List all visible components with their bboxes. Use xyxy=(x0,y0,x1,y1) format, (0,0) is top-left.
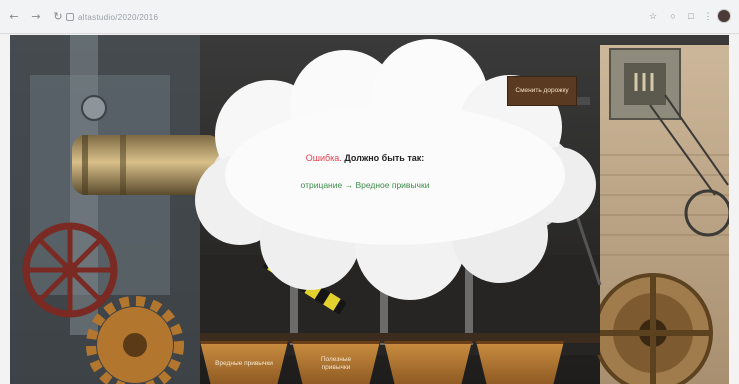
valve-wheel xyxy=(22,222,118,318)
profile-avatar[interactable] xyxy=(717,9,731,23)
address-bar[interactable]: altastudio/2020/2016 xyxy=(64,9,634,25)
extension-icon[interactable]: ○ xyxy=(667,10,679,22)
hopper-3[interactable] xyxy=(384,341,472,384)
extension-puzzle-icon[interactable]: □ xyxy=(685,10,697,22)
hopper-1[interactable]: Вредные привычки xyxy=(200,341,288,384)
feedback-instruction: Должно быть так: xyxy=(344,153,425,163)
menu-icon[interactable]: ⋮ xyxy=(702,10,714,22)
hopper-label: Вредные привычки xyxy=(215,360,273,368)
bookmark-star-icon[interactable]: ☆ xyxy=(647,10,659,22)
correct-answer: отрицание → Вредное привычки xyxy=(300,180,430,190)
forward-arrow-icon[interactable]: → xyxy=(28,9,44,25)
change-track-sign[interactable]: Сменить дорожку xyxy=(507,76,577,106)
feedback-message: Ошибка. Должно быть так: xyxy=(215,153,515,163)
lock-icon xyxy=(66,13,74,21)
hopper-label: Полезные привычки xyxy=(320,356,352,371)
hopper-4[interactable] xyxy=(476,341,564,384)
browser-toolbar: ← → ↻ altastudio/2020/2016 ☆ ○ □ ⋮ xyxy=(0,0,739,34)
address-bar-text: altastudio/2020/2016 xyxy=(78,12,159,22)
factory-background xyxy=(10,35,729,384)
hopper-2[interactable]: Полезные привычки xyxy=(292,341,380,384)
error-label: Ошибка. xyxy=(305,153,342,163)
back-arrow-icon[interactable]: ← xyxy=(6,9,22,25)
game-stage: Сменить дорожку Ошибка. Должно быть так:… xyxy=(10,35,729,384)
gear-right xyxy=(593,273,713,384)
